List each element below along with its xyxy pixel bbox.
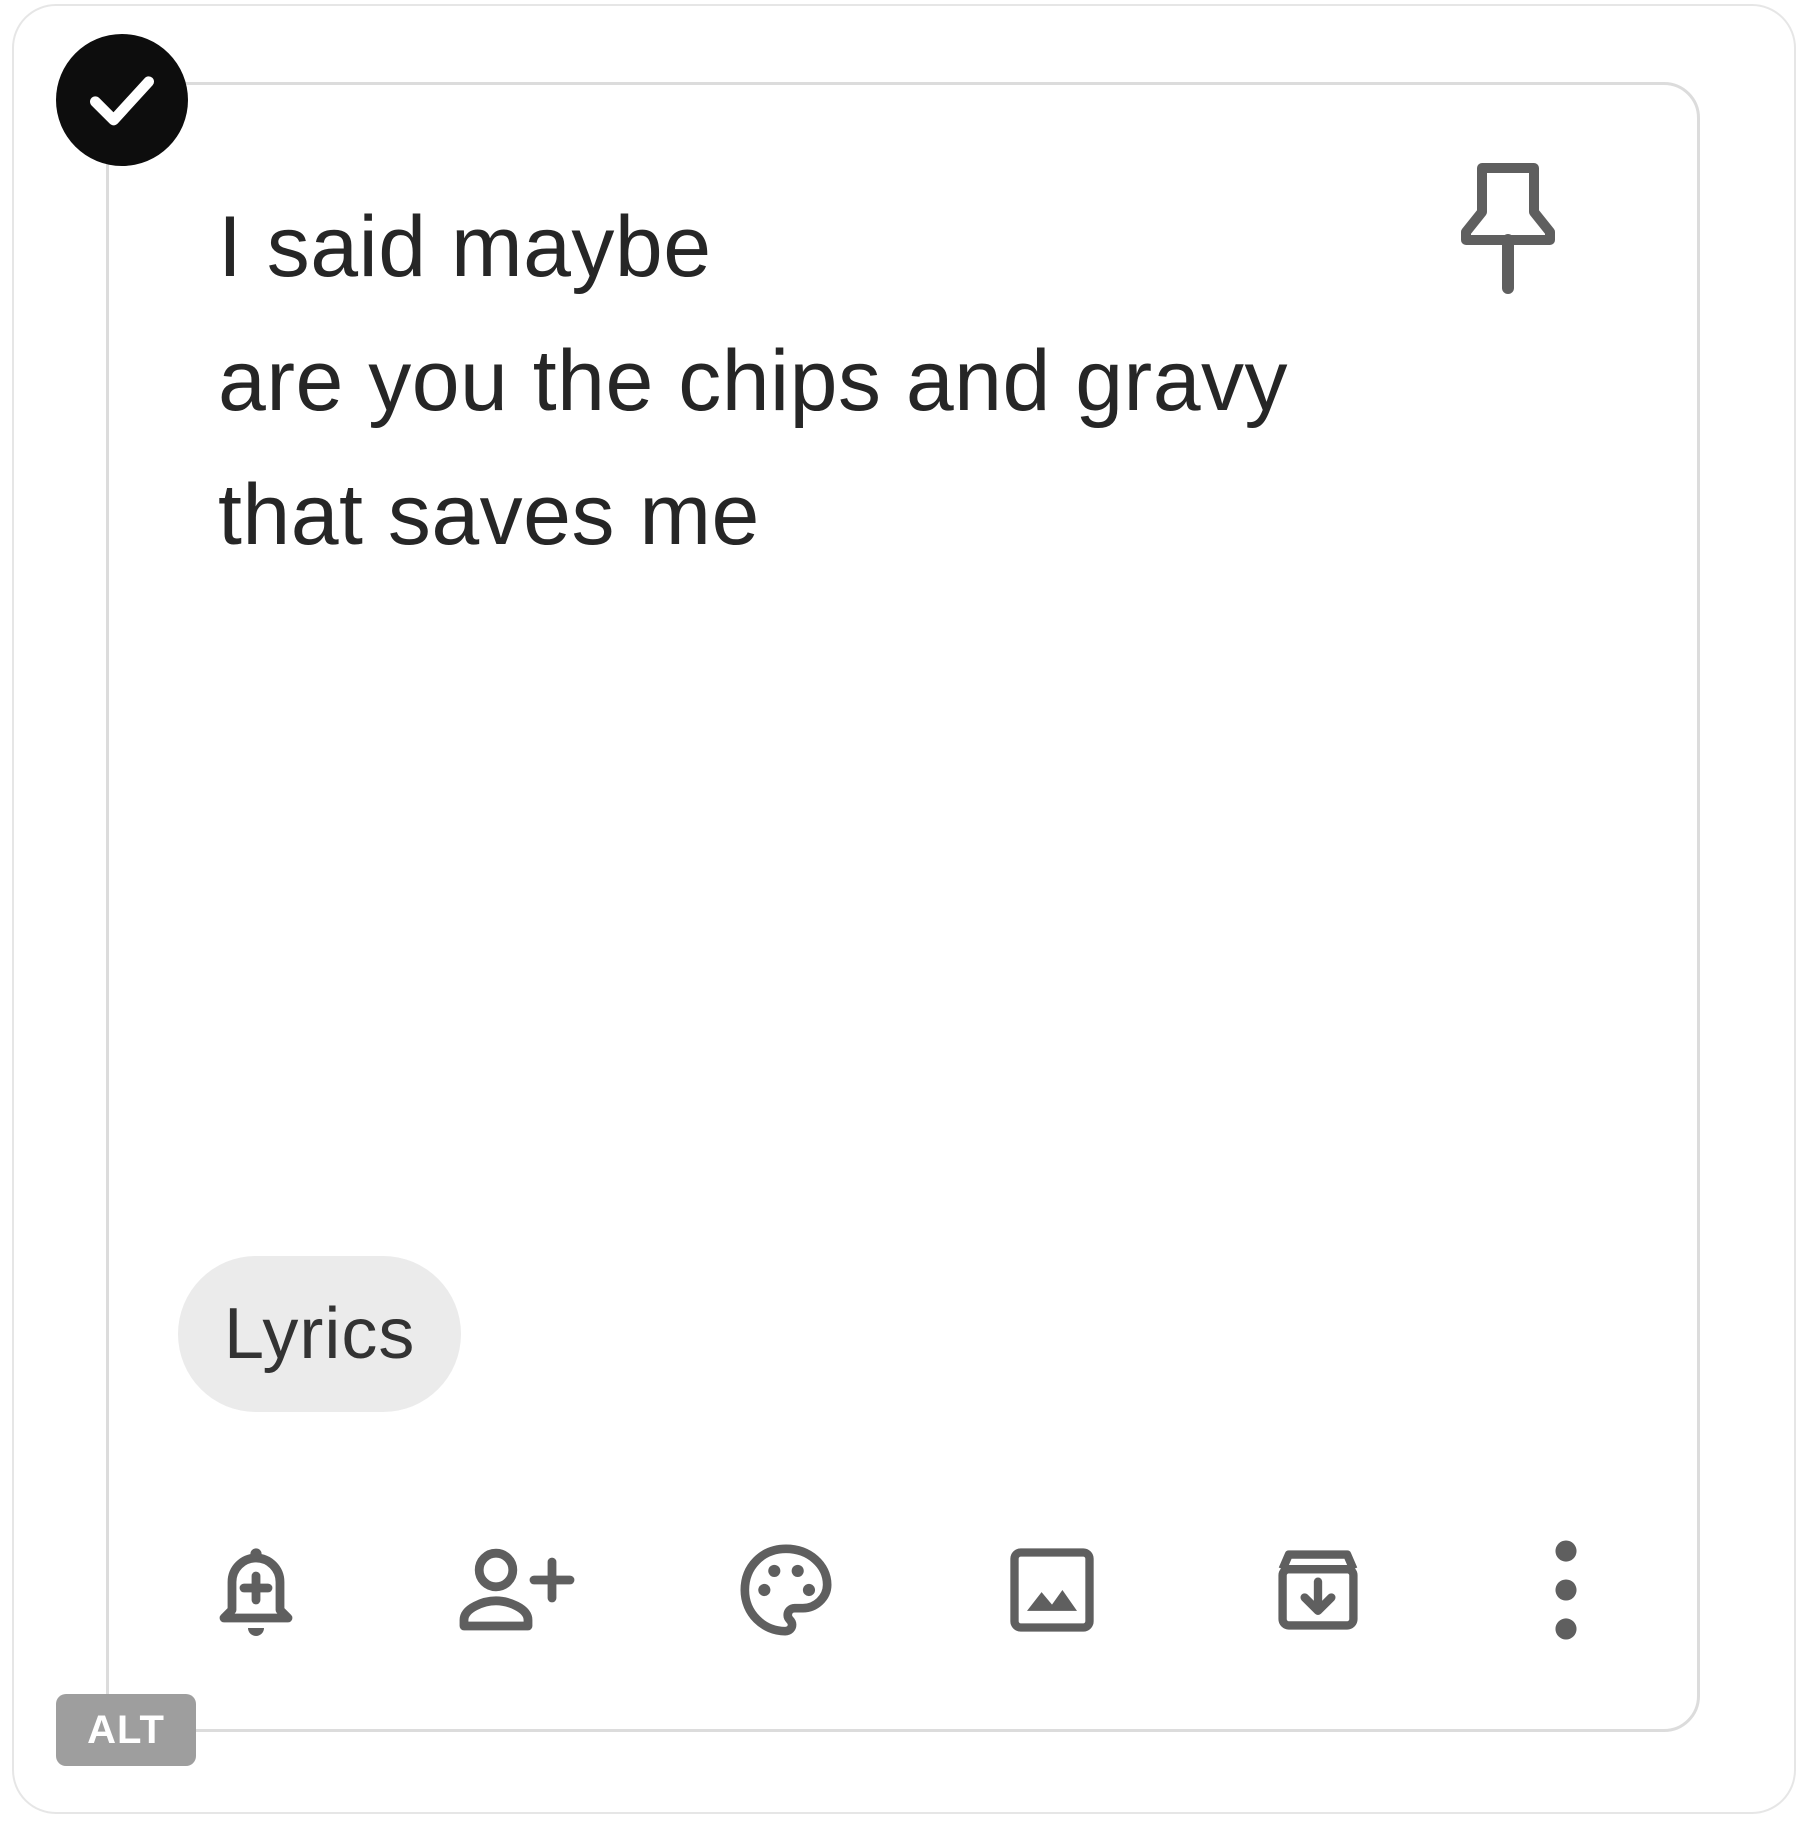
bell-plus-icon	[219, 1548, 293, 1636]
add-image-button[interactable]	[992, 1530, 1112, 1650]
alt-badge-text: ALT	[87, 1707, 165, 1752]
archive-icon	[1278, 1550, 1358, 1630]
person-add-icon	[459, 1548, 575, 1631]
archive-button[interactable]	[1258, 1530, 1378, 1650]
image-icon	[1010, 1548, 1094, 1632]
label-chip[interactable]: Lyrics	[178, 1256, 462, 1412]
check-icon	[90, 76, 155, 126]
note-body[interactable]: I said maybe are you the chips and gravy…	[218, 180, 1418, 582]
label-chip-text: Lyrics	[224, 1294, 416, 1374]
remind-me-button[interactable]	[196, 1530, 316, 1650]
collaborator-button[interactable]	[456, 1530, 576, 1650]
note-toolbar	[196, 1530, 1596, 1650]
more-vertical-icon	[1555, 1540, 1577, 1640]
select-note-check[interactable]	[56, 34, 188, 166]
note-line: I said maybe	[218, 199, 712, 295]
pin-note-button[interactable]	[1450, 160, 1566, 310]
note-line: are you the chips and gravy	[218, 333, 1289, 429]
palette-icon	[740, 1544, 832, 1636]
background-options-button[interactable]	[726, 1530, 846, 1650]
pin-icon	[1461, 163, 1555, 294]
alt-text-badge[interactable]: ALT	[56, 1694, 196, 1766]
note-line: that saves me	[218, 467, 760, 563]
more-options-button[interactable]	[1506, 1530, 1626, 1650]
